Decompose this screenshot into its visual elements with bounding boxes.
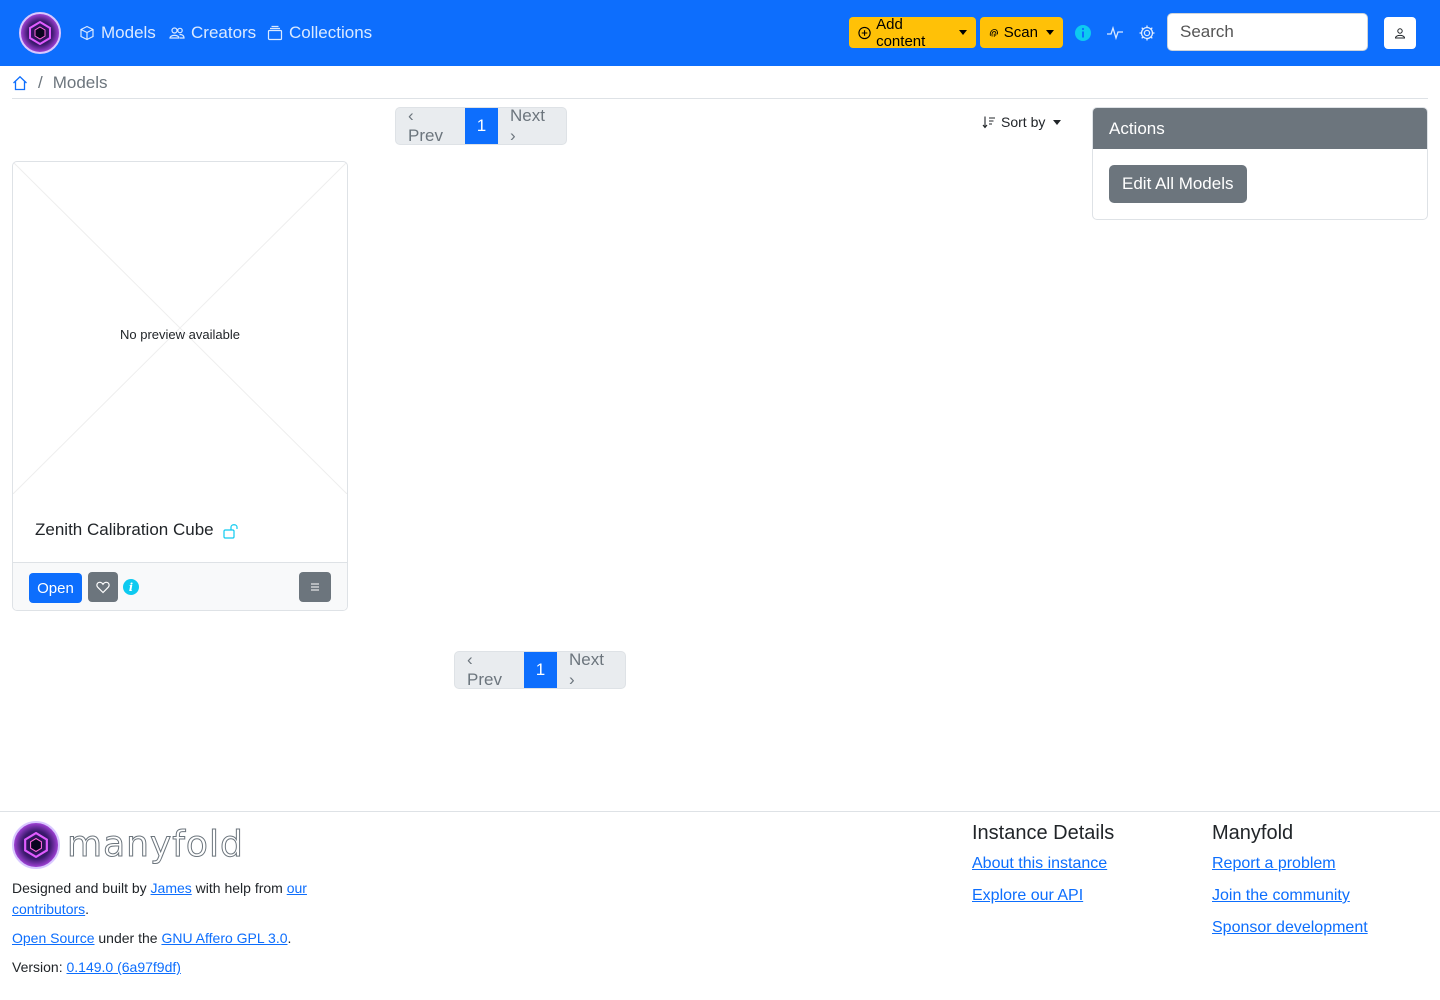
explore-api-link[interactable]: Explore our API <box>972 887 1083 905</box>
heart-icon <box>96 581 110 594</box>
credits-middle: with help from <box>191 880 287 896</box>
activity-icon[interactable] <box>1106 24 1124 42</box>
open-model-button[interactable]: Open <box>29 573 82 603</box>
sponsor-development-link[interactable]: Sponsor development <box>1212 919 1368 937</box>
list-icon <box>311 583 319 591</box>
sort-down-icon <box>982 116 995 129</box>
model-preview-placeholder[interactable]: No preview available <box>13 162 347 495</box>
license-suffix: . <box>287 930 292 946</box>
page-footer: manyfold Designed and built by James wit… <box>0 811 1440 1000</box>
footer-credits: Designed and built by James with help fr… <box>12 878 332 920</box>
join-community-link[interactable]: Join the community <box>1212 887 1350 905</box>
manyfold-logo-icon[interactable] <box>19 12 61 54</box>
user-menu-button[interactable] <box>1384 17 1416 49</box>
fingerprint-icon <box>989 28 998 37</box>
footer-license: Open Source under the GNU Affero GPL 3.0… <box>12 928 291 949</box>
page-1-button[interactable]: 1 <box>465 108 498 144</box>
info-icon[interactable]: i <box>123 579 139 595</box>
edit-all-models-button[interactable]: Edit All Models <box>1109 165 1247 203</box>
prev-page-button[interactable]: ‹ Prev <box>455 652 524 688</box>
gear-icon[interactable] <box>1138 24 1156 42</box>
manyfold-wordmark: manyfold <box>67 824 244 866</box>
plus-circle-icon <box>858 26 871 39</box>
house-icon[interactable] <box>12 75 28 91</box>
model-card: No preview available Zenith Calibration … <box>12 161 348 611</box>
pagination-bottom: ‹ Prev 1 Next › <box>454 651 626 689</box>
actions-header: Actions <box>1093 108 1427 149</box>
model-title: Zenith Calibration Cube <box>35 520 239 540</box>
breadcrumb-divider <box>12 98 1428 99</box>
sort-by-dropdown[interactable]: Sort by <box>982 114 1062 130</box>
license-link[interactable]: GNU Affero GPL 3.0 <box>161 930 287 946</box>
version-link[interactable]: 0.149.0 (6a97f9df) <box>66 959 180 975</box>
version-prefix: Version: <box>12 959 67 975</box>
info-icon[interactable] <box>1074 24 1092 42</box>
model-card-footer: Open i <box>13 562 347 610</box>
page-1-button[interactable]: 1 <box>524 652 557 688</box>
model-title-text: Zenith Calibration Cube <box>35 520 214 539</box>
add-content-button[interactable]: Add content <box>849 15 976 50</box>
license-middle: under the <box>94 930 162 946</box>
pagination-top: ‹ Prev 1 Next › <box>395 107 567 145</box>
nav-creators-label: Creators <box>191 23 257 42</box>
nav-creators-link[interactable]: Creators <box>169 22 256 44</box>
add-content-label: Add content <box>876 15 926 50</box>
credits-prefix: Designed and built by <box>12 880 151 896</box>
nav-collections-label: Collections <box>289 23 373 42</box>
manyfold-logo-icon <box>12 821 60 869</box>
top-navbar: Models Creators Collections Add content … <box>0 0 1440 66</box>
breadcrumb-current: Models <box>52 73 108 92</box>
sort-by-label: Sort by <box>1001 114 1046 130</box>
unlock-icon <box>223 523 238 539</box>
instance-details-title: Instance Details <box>972 822 1115 844</box>
breadcrumb-separator: / <box>38 73 43 92</box>
breadcrumb: / Models <box>12 72 108 94</box>
people-icon <box>169 27 185 39</box>
chevron-down-icon <box>959 30 967 35</box>
credits-suffix: . <box>85 901 90 917</box>
nav-models-link[interactable]: Models <box>79 22 156 44</box>
manyfold-title: Manyfold <box>1212 822 1294 844</box>
favorite-button[interactable] <box>88 572 118 602</box>
scan-label: Scan <box>1003 24 1038 41</box>
card-menu-button[interactable] <box>299 572 331 602</box>
author-link[interactable]: James <box>151 880 192 896</box>
search-input[interactable] <box>1167 13 1368 51</box>
collection-icon <box>267 25 283 41</box>
nav-collections-link[interactable]: Collections <box>267 22 372 44</box>
nav-models-label: Models <box>101 23 156 42</box>
prev-page-button[interactable]: ‹ Prev <box>396 108 465 144</box>
chevron-down-icon <box>1053 119 1062 125</box>
box-icon <box>80 25 94 41</box>
next-page-button[interactable]: Next › <box>498 108 566 144</box>
next-page-button[interactable]: Next › <box>557 652 625 688</box>
no-preview-text: No preview available <box>120 327 240 342</box>
actions-panel: Actions Edit All Models <box>1092 107 1428 220</box>
about-instance-link[interactable]: About this instance <box>972 855 1107 873</box>
report-problem-link[interactable]: Report a problem <box>1212 855 1336 873</box>
person-icon <box>1394 28 1406 39</box>
open-source-link[interactable]: Open Source <box>12 930 95 946</box>
chevron-down-icon <box>1046 30 1054 35</box>
scan-button[interactable]: Scan <box>980 17 1063 48</box>
footer-version: Version: 0.149.0 (6a97f9df) <box>12 957 181 978</box>
